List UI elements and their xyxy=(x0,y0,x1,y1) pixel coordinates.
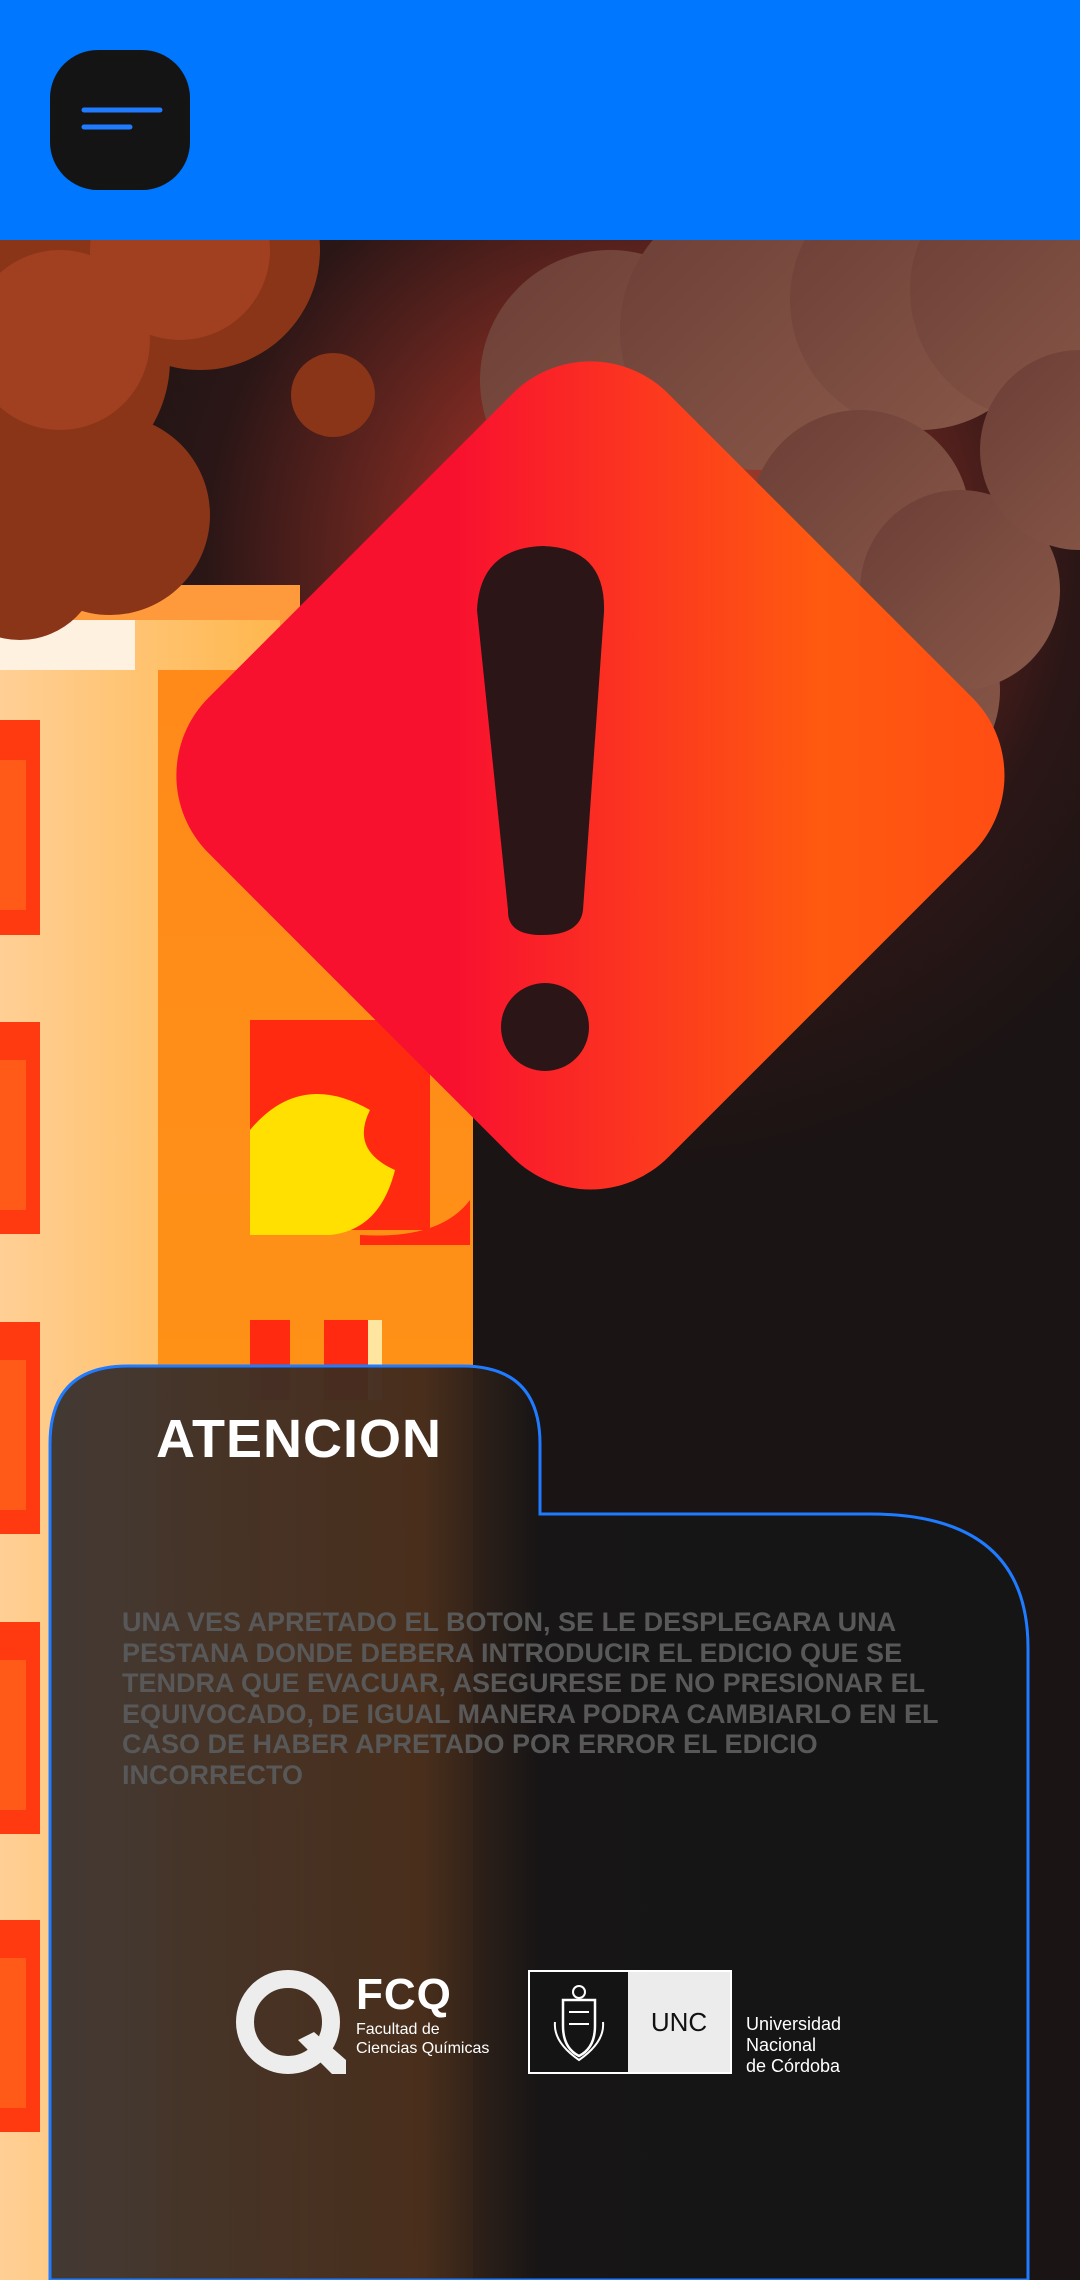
unc-line-2: Nacional xyxy=(746,2035,817,2055)
menu-button[interactable] xyxy=(50,50,190,190)
unc-crest-icon xyxy=(530,1972,628,2072)
unc-logo: UNC Universidad Nacional de Córdoba xyxy=(528,1970,903,2076)
fcq-short-name: FCQ xyxy=(356,1970,452,2019)
unc-short-name: UNC xyxy=(628,1972,730,2072)
fcq-line-1: Facultad de xyxy=(356,2021,440,2038)
hamburger-menu-icon xyxy=(81,107,163,130)
page-title: ATENCION xyxy=(156,1409,442,1469)
unc-line-1: Universidad xyxy=(746,2014,842,2034)
fcq-q-emblem-icon xyxy=(236,1970,346,2074)
top-app-bar xyxy=(0,0,1080,240)
fcq-logo: FCQ Facultad de Ciencias Químicas xyxy=(236,1970,506,2080)
instruction-message: UNA VES APRETADO EL BOTON, SE LE DESPLEG… xyxy=(122,1607,939,1790)
unc-line-3: de Córdoba xyxy=(746,2056,841,2076)
fcq-line-2: Ciencias Químicas xyxy=(356,2040,490,2057)
